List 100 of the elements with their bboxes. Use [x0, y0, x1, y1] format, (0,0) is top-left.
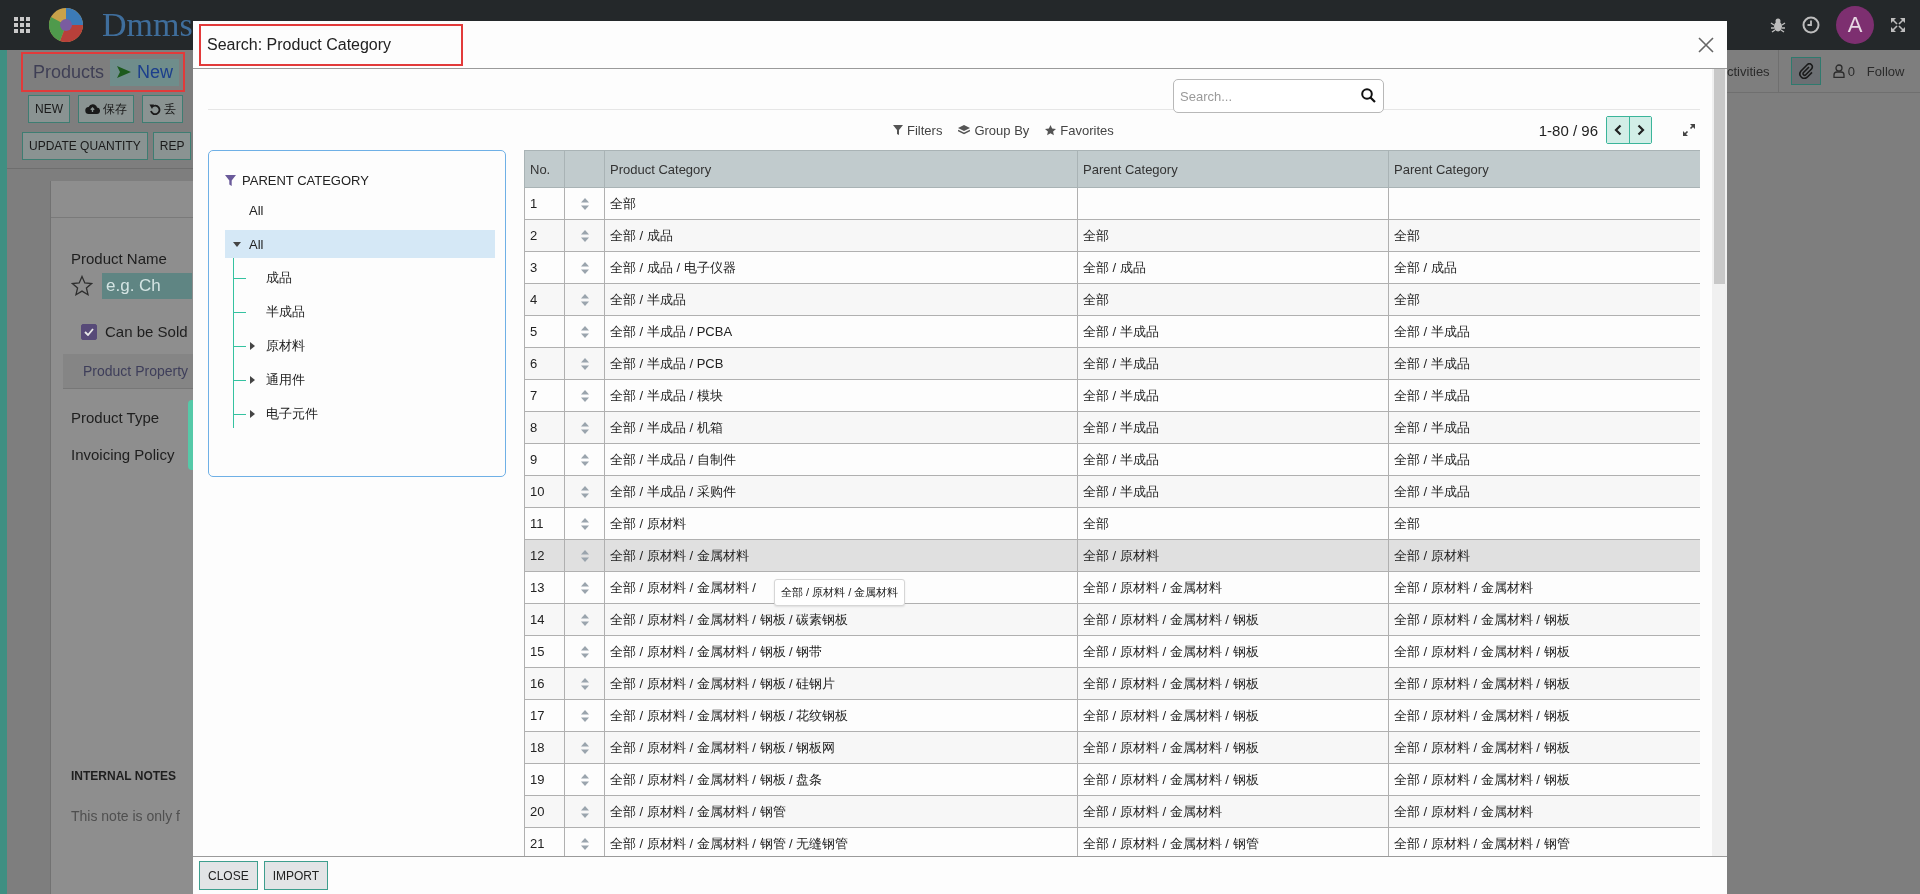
toolbar-toggle[interactable]: Filters: [893, 122, 943, 138]
field-label: Product Type: [71, 409, 161, 426]
logo-icon: [48, 7, 84, 43]
fullscreen-icon[interactable]: [1890, 17, 1906, 33]
toolbar-toggle[interactable]: Group By: [958, 122, 1030, 138]
table-cell: 全部 / 原材料 / 金属材料 / 钢板 / 盘条: [604, 763, 1078, 796]
table-cell: 全部 / 原材料 / 金属材料: [1077, 571, 1389, 604]
action-button[interactable]: REP: [152, 132, 192, 160]
table-cell: 全部 / 半成品: [1077, 315, 1389, 348]
bug-icon[interactable]: [1770, 17, 1786, 33]
note-text: This note is only f: [71, 808, 181, 824]
tree-item[interactable]: 原材料: [234, 332, 495, 360]
drag-handle-icon[interactable]: [580, 677, 589, 690]
table-cell: 5: [524, 315, 565, 348]
drag-handle-icon[interactable]: [580, 325, 589, 338]
table-cell: 全部 / 原材料 / 金属材料 / 钢板: [1388, 603, 1700, 636]
table-cell: 全部 / 原材料 / 金属材料 / 钢板: [1077, 731, 1389, 764]
table-cell: 全部: [1388, 283, 1700, 316]
drag-handle-icon[interactable]: [580, 421, 589, 434]
undo-icon: [149, 103, 161, 115]
arrow-icon: [116, 65, 133, 79]
cloud-upload-icon: [85, 103, 100, 115]
table-cell: 全部 / 原材料 / 金属材料 / 钢板 / 硅钢片: [604, 667, 1078, 700]
user-avatar[interactable]: A: [1836, 6, 1874, 44]
table-cell: 全部 / 半成品: [1077, 475, 1389, 508]
person-icon: [1832, 64, 1845, 78]
dialog-title: Search: Product Category: [199, 23, 464, 66]
table-cell: 全部 / 原材料 / 金属材料 / 钢板 / 钢板网: [604, 731, 1078, 764]
drag-handle-icon[interactable]: [580, 773, 589, 786]
previous-button[interactable]: [1607, 117, 1629, 143]
drag-handle-icon[interactable]: [580, 709, 589, 722]
toolbar-toggle[interactable]: Favorites: [1045, 122, 1114, 138]
table-cell: 21: [524, 827, 565, 856]
search-icon: [1361, 88, 1376, 103]
checkbox[interactable]: [81, 323, 97, 340]
table-cell: 全部 / 半成品 / PCBA: [604, 315, 1078, 348]
caret-right-icon[interactable]: [250, 376, 255, 384]
drag-handle-icon[interactable]: [580, 293, 589, 306]
table-cell: 全部 / 半成品 / 自制件: [604, 443, 1078, 476]
table-cell: 7: [524, 379, 565, 412]
table-cell: 全部 / 原材料 / 金属材料 / 钢板: [1077, 699, 1389, 732]
table-cell: 18: [524, 731, 565, 764]
search-field[interactable]: Search...: [1173, 79, 1384, 113]
clock-icon[interactable]: [1802, 16, 1820, 34]
caret-right-icon[interactable]: [250, 342, 255, 350]
name-input[interactable]: e.g. Ch: [102, 273, 192, 299]
caret-right-icon[interactable]: [250, 410, 255, 418]
drag-handle-icon[interactable]: [580, 389, 589, 402]
drag-handle-icon[interactable]: [580, 197, 589, 210]
table-cell: 8: [524, 411, 565, 444]
drag-handle-icon[interactable]: [580, 517, 589, 530]
expand-icon[interactable]: [1682, 123, 1696, 137]
drag-handle-icon[interactable]: [580, 357, 589, 370]
drag-handle-icon[interactable]: [580, 485, 589, 498]
follower-count[interactable]: 0: [1847, 63, 1855, 79]
table-cell: 全部 / 半成品: [604, 283, 1078, 316]
caret-down-icon[interactable]: [233, 241, 241, 247]
drag-handle-icon[interactable]: [580, 805, 589, 818]
column-header[interactable]: Product Category: [604, 150, 1078, 188]
drag-handle-icon[interactable]: [580, 645, 589, 658]
scroll-bar[interactable]: [1712, 69, 1727, 856]
table-cell: 全部 / 成品: [1077, 251, 1389, 284]
drag-handle-icon[interactable]: [580, 741, 589, 754]
drag-handle-icon[interactable]: [580, 581, 589, 594]
table-cell: 全部 / 半成品: [1388, 347, 1700, 380]
toolbar-button[interactable]: 丢: [142, 95, 183, 123]
table-cell: 全部 / 原材料 / 金属材料: [1388, 795, 1700, 828]
drag-handle-icon[interactable]: [580, 453, 589, 466]
table-cell: 全部: [1077, 219, 1389, 252]
star-icon[interactable]: [71, 275, 93, 297]
table-cell: 17: [524, 699, 565, 732]
drag-handle-icon[interactable]: [580, 229, 589, 242]
table-cell: 全部 / 原材料: [1077, 539, 1389, 572]
column-header[interactable]: No.: [524, 150, 565, 188]
tree-item[interactable]: 电子元件: [234, 400, 495, 428]
apps-menu-icon[interactable]: [14, 17, 30, 33]
tree-item[interactable]: 成品: [234, 264, 495, 292]
tree-item[interactable]: All: [225, 230, 495, 258]
footer-button[interactable]: IMPORT: [263, 861, 329, 890]
attachment-button[interactable]: [1790, 57, 1821, 85]
check-icon: [84, 327, 94, 336]
table-cell: 全部 / 成品 / 电子仪器: [604, 251, 1078, 284]
toolbar-button[interactable]: NEW: [28, 95, 70, 123]
toolbar-button[interactable]: 保存: [78, 95, 134, 123]
action-button[interactable]: UPDATE QUANTITY: [22, 132, 148, 160]
tree-item[interactable]: 通用件: [234, 366, 495, 394]
column-header[interactable]: Parent Category: [1388, 150, 1700, 188]
tree-item[interactable]: All: [225, 196, 495, 224]
drag-handle-icon[interactable]: [580, 837, 589, 850]
drag-handle-icon[interactable]: [580, 613, 589, 626]
field-label: Product Name: [71, 250, 168, 267]
drag-handle-icon[interactable]: [580, 261, 589, 274]
column-header[interactable]: Parent Category: [1077, 150, 1389, 188]
table-cell: 全部 / 半成品: [1077, 443, 1389, 476]
next-button[interactable]: [1629, 117, 1651, 143]
close-button[interactable]: [1697, 35, 1715, 54]
drag-handle-icon[interactable]: [580, 549, 589, 562]
footer-button[interactable]: CLOSE: [199, 861, 258, 890]
tree-item[interactable]: 半成品: [234, 298, 495, 326]
table-cell: 全部 / 半成品: [1388, 411, 1700, 444]
